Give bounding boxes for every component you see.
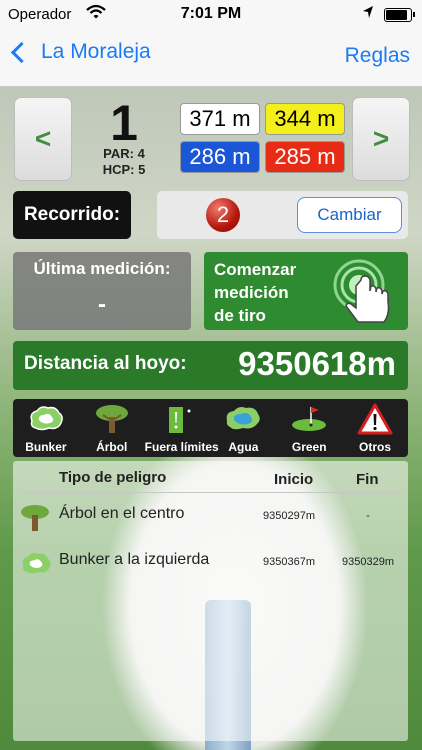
hazard-label-tree: Árbol (96, 440, 128, 454)
change-route-button[interactable]: Cambiar (297, 197, 402, 233)
hazard-button-other[interactable]: Otros (342, 399, 408, 457)
blue-tee-distance: 286 m (180, 141, 260, 173)
hazard-label-out-of-bounds: Fuera límites (144, 440, 219, 454)
last-measurement-label: Última medición: (33, 259, 171, 278)
start-shot-measurement-button[interactable]: Comenzar medición de tiro (204, 252, 408, 330)
hazard-label-water: Agua (228, 440, 259, 454)
hazard-button-bunker[interactable]: Bunker (13, 399, 79, 457)
rules-button[interactable]: Reglas (345, 44, 410, 68)
distance-to-hole-value: 9350618m (238, 345, 396, 382)
hazard-name: Bunker a la izquierda (59, 551, 210, 568)
chevron-left-icon (10, 41, 33, 63)
start-shot-label-line1: Comenzar (214, 260, 297, 279)
clock: 7:01 PM (180, 5, 242, 22)
header-divider (25, 492, 403, 493)
hazard-button-green[interactable]: Green (276, 399, 342, 457)
touch-hand-icon (333, 259, 390, 323)
distance-to-hole-label: Distancia al hoyo: (24, 353, 187, 374)
back-button[interactable]: La Moraleja (8, 40, 151, 64)
status-bar: Operador 7:01 PM (0, 0, 422, 30)
hazard-end: - (366, 510, 370, 522)
start-shot-label-line2: medición (214, 283, 289, 302)
column-header-type: Tipo de peligro (59, 469, 167, 486)
green-flag-icon (292, 407, 327, 431)
white-tee-distance: 371 m (180, 103, 260, 135)
hazard-label-green: Green (291, 440, 327, 454)
hazard-start: 9350297m (263, 510, 315, 522)
hole-par-hcp: PAR: 4 HCP: 5 (96, 146, 152, 178)
hazard-toolbar: Bunker Árbol Fuera límites Agua Green Ot… (13, 399, 408, 457)
red-tee-distance: 285 m (265, 141, 345, 173)
back-button-label: La Moraleja (41, 40, 151, 63)
route-number-badge: 2 (206, 198, 240, 232)
battery-fill (386, 10, 407, 20)
hazard-label-bunker: Bunker (25, 440, 67, 454)
hazard-button-water[interactable]: Agua (210, 399, 276, 457)
water-icon (227, 407, 261, 430)
bunker-icon (30, 406, 63, 431)
table-row[interactable]: Árbol en el centro 9350297m - (13, 499, 408, 535)
start-shot-label: Comenzar medición de tiro (214, 258, 296, 327)
route-label: Recorrido: (13, 191, 131, 239)
navigation-bar: La Moraleja Reglas (0, 30, 422, 87)
hazard-label-other: Otros (359, 440, 392, 454)
column-header-end: Fin (356, 471, 379, 488)
bunker-icon (22, 553, 51, 574)
column-header-start: Inicio (274, 471, 314, 488)
location-arrow-icon (362, 5, 374, 23)
tree-icon (21, 505, 49, 531)
hcp-label: HCP: 5 (102, 162, 146, 177)
hazard-table: Tipo de peligro Inicio Fin Árbol en el c… (13, 461, 408, 741)
hazard-button-out-of-bounds[interactable]: Fuera límites (144, 399, 219, 457)
last-measurement-panel: Última medición: - (13, 252, 191, 330)
previous-hole-button[interactable]: < (14, 97, 72, 181)
hazard-end: 9350329m (342, 556, 394, 568)
par-label: PAR: 4 (103, 146, 145, 161)
distance-to-hole-bar: Distancia al hoyo: 9350618m (13, 341, 408, 390)
warning-icon (357, 403, 393, 435)
battery-icon (384, 8, 415, 22)
route-panel: 2 Cambiar (157, 191, 408, 239)
table-row[interactable]: Bunker a la izquierda 9350367m 9350329m (13, 545, 408, 581)
hole-number: 1 (110, 95, 138, 151)
hazard-name: Árbol en el centro (59, 505, 185, 522)
hazard-start: 9350367m (263, 556, 315, 568)
tree-icon (95, 405, 128, 433)
yellow-tee-distance: 344 m (265, 103, 345, 135)
hazard-button-tree[interactable]: Árbol (79, 399, 145, 457)
next-hole-button[interactable]: > (352, 97, 410, 181)
start-shot-label-line3: de tiro (214, 306, 266, 325)
last-measurement-value: - (98, 291, 106, 318)
out-of-bounds-icon (168, 407, 191, 433)
